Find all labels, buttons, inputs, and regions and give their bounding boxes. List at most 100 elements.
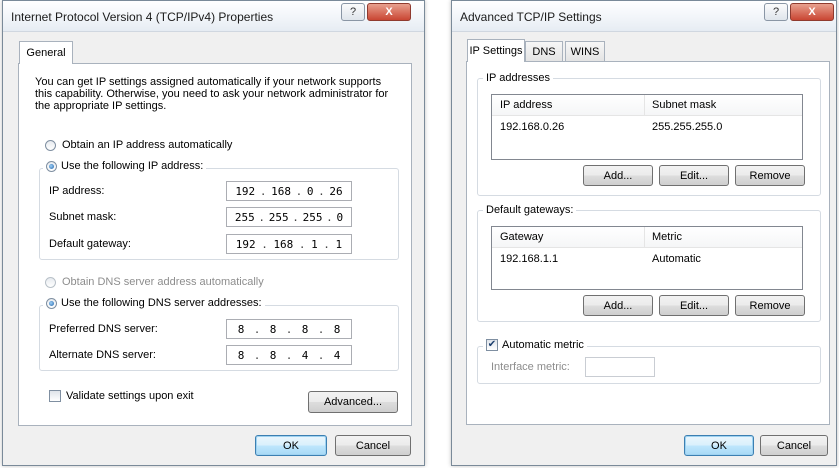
subnet-mask-label: Subnet mask: — [49, 211, 117, 223]
description-text: You can get IP settings assigned automat… — [35, 76, 389, 112]
add-ip-button[interactable]: Add... — [583, 165, 653, 186]
gateway-octet-1: 192 — [235, 237, 256, 251]
subnet-octet-4: 0 — [336, 210, 344, 224]
ip-octet-1: 192 — [235, 184, 256, 198]
column-header-metric[interactable]: Metric — [652, 231, 682, 243]
subnet-octet-1: 255 — [234, 210, 255, 224]
edit-ip-button[interactable]: Edit... — [659, 165, 729, 186]
gateways-list-header: Gateway Metric — [492, 227, 802, 248]
help-icon: ? — [772, 6, 780, 18]
use-dns-radio[interactable] — [46, 297, 57, 309]
validate-label: Validate settings upon exit — [66, 390, 194, 402]
tab-ip-settings-label: IP Settings — [469, 45, 523, 57]
list-item[interactable]: 192.168.0.26 255.255.255.0 — [492, 119, 802, 135]
use-ip-radio[interactable] — [46, 160, 57, 172]
tab-general-label: General — [26, 47, 66, 59]
dialog-title: Advanced TCP/IP Settings — [460, 10, 602, 24]
preferred-dns-label: Preferred DNS server: — [49, 323, 158, 335]
close-button[interactable]: X — [367, 3, 411, 21]
alt-dns-octet-1: 8 — [237, 348, 245, 362]
cancel-button[interactable]: Cancel — [760, 435, 828, 456]
metric-cell: Automatic — [652, 253, 701, 265]
validate-checkbox[interactable] — [49, 390, 61, 402]
general-panel: You can get IP settings assigned automat… — [18, 63, 412, 426]
gateway-octet-4: 1 — [335, 237, 343, 251]
remove-ip-button[interactable]: Remove — [735, 165, 805, 186]
interface-metric-label: Interface metric: — [491, 361, 570, 373]
tab-general[interactable]: General — [19, 41, 73, 64]
pref-dns-octet-2: 8 — [269, 322, 277, 336]
tab-wins[interactable]: WINS — [565, 41, 605, 62]
automatic-metric-option[interactable]: ✔ Automatic metric — [483, 339, 587, 351]
tab-wins-label: WINS — [570, 46, 600, 58]
tab-dns-label: DNS — [532, 46, 556, 58]
use-dns-option[interactable]: Use the following DNS server addresses: — [43, 297, 265, 309]
advanced-button[interactable]: Advanced... — [308, 391, 398, 413]
obtain-ip-radio[interactable] — [45, 139, 56, 151]
help-button[interactable]: ? — [341, 3, 365, 21]
automatic-metric-checkbox[interactable]: ✔ — [486, 339, 498, 351]
pref-dns-octet-3: 8 — [301, 322, 309, 336]
use-ip-option[interactable]: Use the following IP address: — [43, 160, 207, 172]
obtain-dns-auto-option[interactable]: Obtain DNS server address automatically — [45, 276, 264, 288]
ipv4-properties-dialog: Internet Protocol Version 4 (TCP/IPv4) P… — [2, 0, 425, 466]
default-gateways-group-label: Default gateways: — [483, 204, 577, 216]
remove-gateway-button[interactable]: Remove — [735, 295, 805, 316]
title-bar: Advanced TCP/IP Settings ? X — [452, 1, 836, 32]
ip-addresses-group-label: IP addresses — [483, 72, 554, 84]
edit-gateway-button[interactable]: Edit... — [659, 295, 729, 316]
help-button[interactable]: ? — [764, 3, 788, 21]
advanced-tcpip-dialog: Advanced TCP/IP Settings ? X IP Settings… — [451, 0, 837, 466]
obtain-ip-auto-option[interactable]: Obtain an IP address automatically — [45, 139, 232, 151]
close-icon: X — [385, 6, 393, 18]
cancel-button[interactable]: Cancel — [335, 435, 411, 456]
ip-address-field[interactable]: 192. 168. 0. 26 — [226, 181, 352, 201]
column-header-subnet-mask[interactable]: Subnet mask — [652, 99, 716, 111]
use-ip-label: Use the following IP address: — [61, 160, 204, 172]
automatic-metric-label: Automatic metric — [502, 339, 584, 351]
default-gateway-label: Default gateway: — [49, 238, 131, 250]
gateway-octet-3: 1 — [311, 237, 318, 251]
ip-address-cell: 192.168.0.26 — [500, 121, 565, 133]
ok-button[interactable]: OK — [255, 435, 327, 456]
ok-button[interactable]: OK — [684, 435, 754, 456]
subnet-mask-field[interactable]: 255. 255. 255. 0 — [226, 207, 352, 227]
ip-octet-4: 26 — [329, 184, 343, 198]
column-header-gateway[interactable]: Gateway — [500, 231, 543, 243]
tab-dns[interactable]: DNS — [525, 41, 563, 62]
obtain-dns-label: Obtain DNS server address automatically — [62, 276, 264, 288]
alternate-dns-label: Alternate DNS server: — [49, 349, 156, 361]
pref-dns-octet-4: 8 — [333, 322, 341, 336]
ip-addresses-list[interactable]: IP address Subnet mask 192.168.0.26 255.… — [491, 94, 803, 160]
close-icon: X — [808, 6, 816, 18]
ip-list-header: IP address Subnet mask — [492, 95, 802, 116]
obtain-dns-radio[interactable] — [45, 276, 56, 288]
alt-dns-octet-2: 8 — [269, 348, 277, 362]
ip-settings-panel: IP addresses IP address Subnet mask 192.… — [466, 61, 830, 425]
obtain-ip-label: Obtain an IP address automatically — [62, 139, 233, 151]
interface-metric-field[interactable] — [585, 357, 655, 377]
dialog-title: Internet Protocol Version 4 (TCP/IPv4) P… — [11, 10, 274, 24]
subnet-octet-3: 255 — [302, 210, 323, 224]
alternate-dns-field[interactable]: 8. 8. 4. 4 — [226, 345, 352, 365]
validate-option[interactable]: Validate settings upon exit — [49, 390, 194, 402]
use-dns-label: Use the following DNS server addresses: — [61, 297, 262, 309]
help-icon: ? — [349, 6, 357, 18]
list-item[interactable]: 192.168.1.1 Automatic — [492, 251, 802, 267]
column-header-ip-address[interactable]: IP address — [500, 99, 552, 111]
add-gateway-button[interactable]: Add... — [583, 295, 653, 316]
title-bar: Internet Protocol Version 4 (TCP/IPv4) P… — [3, 1, 424, 32]
pref-dns-octet-1: 8 — [237, 322, 245, 336]
alt-dns-octet-4: 4 — [333, 348, 341, 362]
tab-ip-settings[interactable]: IP Settings — [467, 39, 525, 62]
gateways-list[interactable]: Gateway Metric 192.168.1.1 Automatic — [491, 226, 803, 290]
ip-address-label: IP address: — [49, 185, 105, 197]
gateway-octet-2: 168 — [273, 237, 294, 251]
ip-octet-2: 168 — [271, 184, 291, 198]
preferred-dns-field[interactable]: 8. 8. 8. 8 — [226, 319, 352, 339]
default-gateway-field[interactable]: 192. 168. 1. 1 — [226, 234, 352, 254]
ip-octet-3: 0 — [306, 184, 314, 198]
subnet-octet-2: 255 — [268, 210, 289, 224]
gateway-cell: 192.168.1.1 — [500, 253, 559, 265]
close-button[interactable]: X — [790, 3, 834, 21]
